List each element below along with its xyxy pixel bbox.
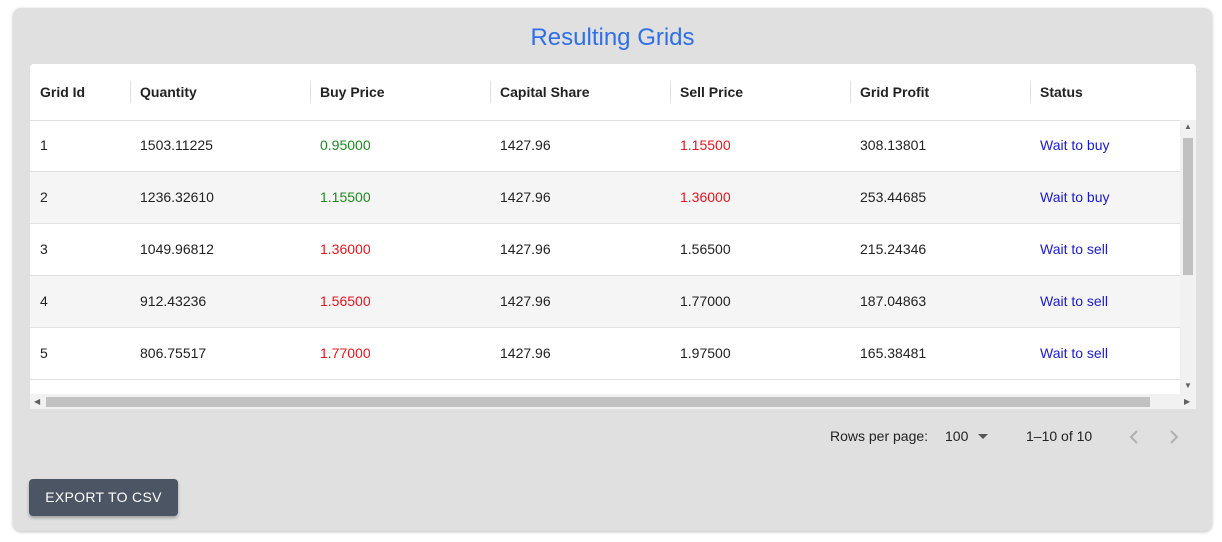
results-table: Grid Id Quantity Buy Price Capital Share… [30,64,1196,409]
cell-sell-price: 1.56500 [680,241,731,257]
export-csv-button[interactable]: EXPORT TO CSV [29,479,178,516]
cell-quantity: 806.75517 [140,345,207,361]
cell-sell-price: 1.97500 [680,345,731,361]
previous-page-icon[interactable] [1129,430,1139,444]
cell-status: Wait to sell [1040,345,1108,361]
cell-grid-id: 4 [40,293,48,309]
next-page-icon[interactable] [1169,430,1179,444]
column-header-status[interactable]: Status [1030,64,1196,120]
cell-buy-price: 1.36000 [320,241,371,257]
cell-capital-share: 1427.96 [500,293,551,309]
cell-grid-profit: 253.44685 [860,189,927,205]
table-header: Grid Id Quantity Buy Price Capital Share… [30,64,1196,121]
cell-quantity: 912.43236 [140,293,207,309]
cell-status: Wait to buy [1040,137,1110,153]
cell-buy-price: 1.56500 [320,293,371,309]
cell-grid-profit: 215.24346 [860,241,927,257]
vertical-scrollbar[interactable]: ▲ ▼ [1180,120,1196,394]
rows-per-page-select[interactable]: 100 [945,428,993,444]
scroll-right-arrow-icon[interactable]: ▶ [1184,398,1190,406]
cell-capital-share: 1427.96 [500,241,551,257]
column-header-sell-price[interactable]: Sell Price [670,64,850,120]
cell-sell-price: 1.77000 [680,293,731,309]
column-header-buy-price[interactable]: Buy Price [310,64,490,120]
cell-status: Wait to buy [1040,189,1110,205]
vertical-scroll-thumb[interactable] [1183,138,1193,275]
column-header-grid-profit[interactable]: Grid Profit [850,64,1030,120]
cell-grid-profit: 187.04863 [860,293,927,309]
cell-quantity: 1236.32610 [140,189,214,205]
cell-buy-price: 1.15500 [320,189,371,205]
results-card: Resulting Grids Grid Id Quantity Buy Pri… [13,8,1212,531]
cell-buy-price: 0.95000 [320,137,371,153]
table-row[interactable]: 2 1236.32610 1.15500 1427.96 1.36000 253… [30,172,1180,224]
scroll-up-arrow-icon[interactable]: ▲ [1184,123,1192,131]
cell-sell-price: 1.36000 [680,189,731,205]
cell-buy-price: 1.77000 [320,345,371,361]
cell-grid-profit: 165.38481 [860,345,927,361]
cell-grid-id: 2 [40,189,48,205]
cell-status: Wait to sell [1040,241,1108,257]
dropdown-arrow-icon [978,434,988,439]
cell-grid-id: 1 [40,137,48,153]
cell-sell-price: 1.15500 [680,137,731,153]
scroll-down-arrow-icon[interactable]: ▼ [1184,382,1192,390]
cell-capital-share: 1427.96 [500,345,551,361]
table-row[interactable]: 1 1503.11225 0.95000 1427.96 1.15500 308… [30,120,1180,172]
pagination-range: 1–10 of 10 [1026,428,1093,444]
cell-capital-share: 1427.96 [500,137,551,153]
table-body: 1 1503.11225 0.95000 1427.96 1.15500 308… [30,120,1180,394]
cell-status: Wait to sell [1040,293,1108,309]
table-row[interactable]: 5 806.75517 1.77000 1427.96 1.97500 165.… [30,328,1180,380]
cell-quantity: 1503.11225 [140,137,213,153]
cell-capital-share: 1427.96 [500,189,551,205]
horizontal-scroll-thumb[interactable] [46,397,1150,407]
rows-per-page-label: Rows per page: [830,428,929,444]
cell-quantity: 1049.96812 [140,241,214,257]
scroll-left-arrow-icon[interactable]: ◀ [34,398,40,406]
rows-per-page-value: 100 [945,428,969,444]
table-row[interactable]: 3 1049.96812 1.36000 1427.96 1.56500 215… [30,224,1180,276]
column-header-grid-id[interactable]: Grid Id [30,64,130,120]
cell-grid-id: 3 [40,241,48,257]
column-header-quantity[interactable]: Quantity [130,64,310,120]
table-row[interactable]: 4 912.43236 1.56500 1427.96 1.77000 187.… [30,276,1180,328]
page-title: Resulting Grids [530,24,695,51]
cell-grid-id: 5 [40,345,48,361]
cell-grid-profit: 308.13801 [860,137,927,153]
horizontal-scrollbar[interactable]: ◀ ▶ [30,394,1196,409]
column-header-capital-share[interactable]: Capital Share [490,64,670,120]
